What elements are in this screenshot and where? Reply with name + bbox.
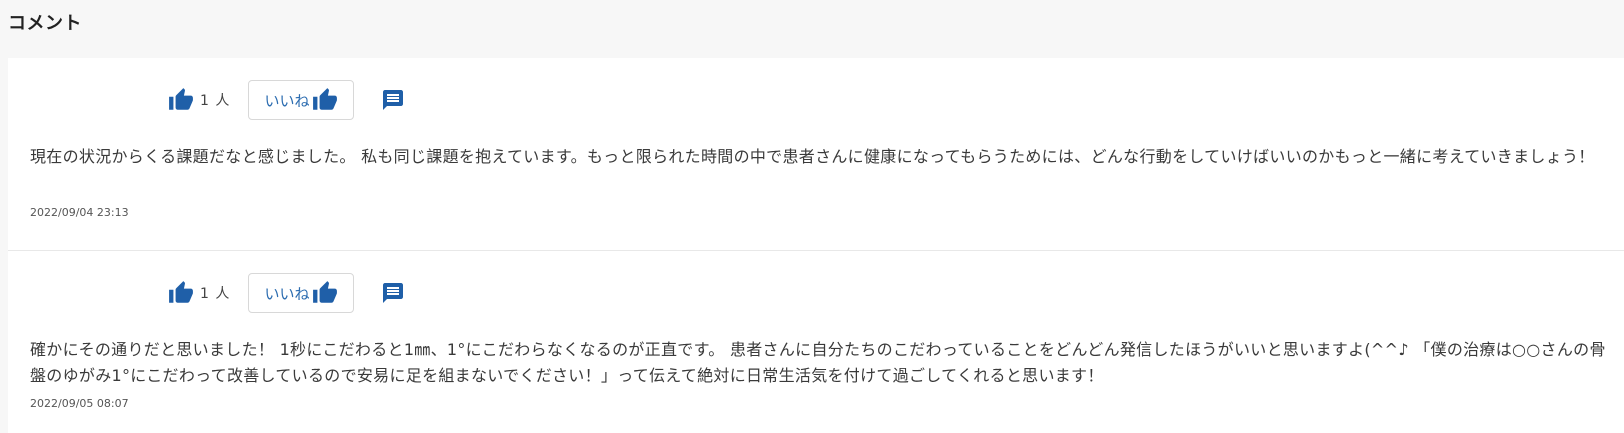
like-count: 1 人	[168, 86, 230, 114]
like-button[interactable]: いいね	[248, 273, 354, 313]
thumbs-up-icon	[168, 280, 194, 306]
like-button-label: いいね	[264, 91, 310, 110]
like-count-text: 1 人	[200, 286, 231, 302]
comment-text: 現在の状況からくる課題だなと感じました。 私も同じ課題を抱えています。もっと限ら…	[30, 147, 1595, 166]
comment-card: 1 人 いいね 現在の状況からくる課題だなと感じました。 私も同じ課題を抱えてい…	[8, 58, 1624, 250]
comment-timestamp: 2022/09/05 08:07	[30, 397, 129, 410]
thumbs-up-icon	[312, 280, 338, 306]
like-count: 1 人	[168, 279, 230, 307]
comment-card: 1 人 いいね 確かにその通りだと思いました！ 1秒にこだわると1㎜、1°にこだ…	[8, 250, 1624, 433]
comment-text: 確かにその通りだと思いました！ 1秒にこだわると1㎜、1°にこだわらなくなるのが…	[30, 340, 1606, 385]
section-title: コメント	[8, 13, 82, 34]
comment-timestamp: 2022/09/04 23:13	[30, 206, 129, 219]
like-count-text: 1 人	[200, 93, 231, 109]
like-button-label: いいね	[264, 284, 310, 303]
thumbs-up-icon	[168, 87, 194, 113]
thumbs-up-icon	[312, 87, 338, 113]
like-button[interactable]: いいね	[248, 80, 354, 120]
comment-icon[interactable]	[381, 281, 405, 305]
comment-icon[interactable]	[381, 88, 405, 112]
